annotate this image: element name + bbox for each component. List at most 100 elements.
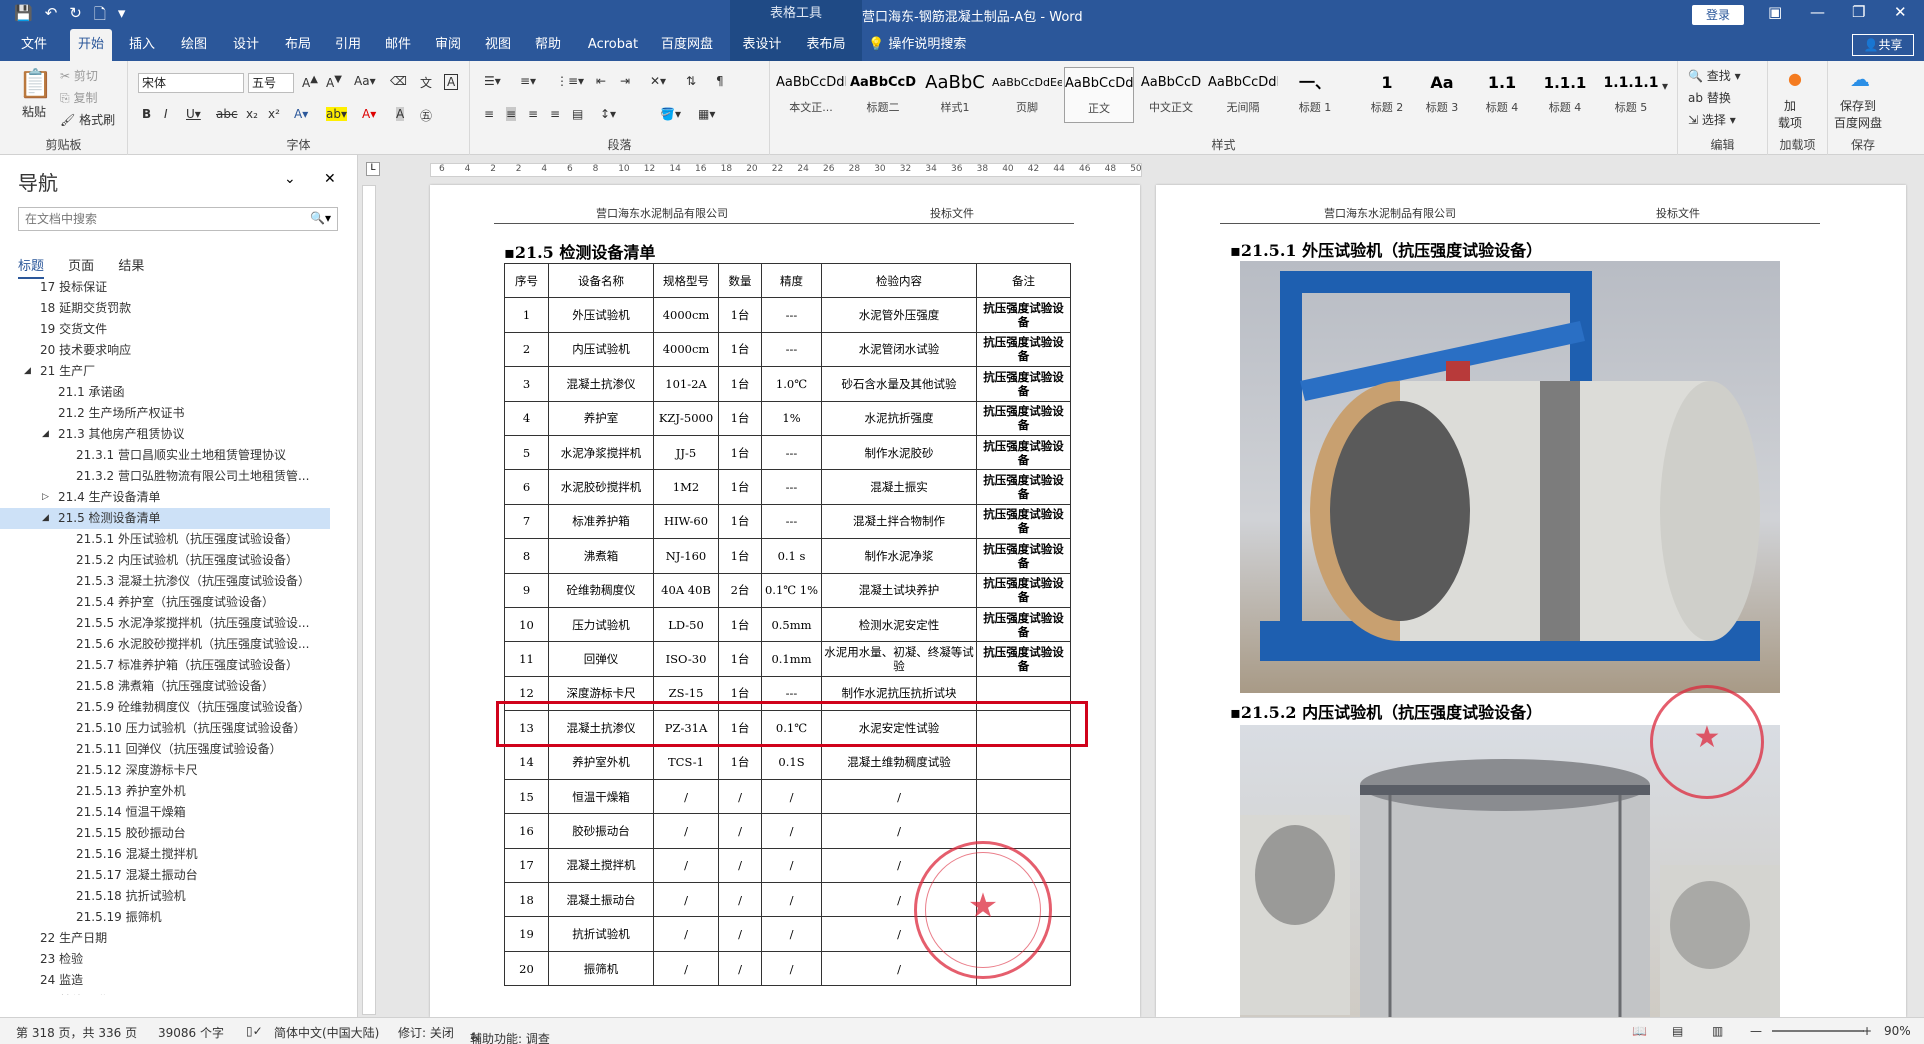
bold-icon[interactable]: B — [142, 107, 151, 121]
read-mode-icon[interactable]: 📖 — [1632, 1024, 1647, 1038]
nav-heading-item[interactable]: 17 投标保证 — [0, 277, 330, 298]
nav-heading-item[interactable]: 21.5.2 内压试验机（抗压强度试验设备） — [0, 550, 330, 571]
table-cell[interactable]: / — [718, 847, 762, 884]
tab-help[interactable]: 帮助 — [526, 29, 570, 61]
table-cell[interactable]: 2台 — [718, 572, 762, 608]
table-cell[interactable]: NJ-160 — [653, 538, 719, 574]
style-item[interactable]: Aa 标题 3 — [1412, 67, 1472, 123]
zoom-in-icon[interactable]: + — [1862, 1024, 1872, 1038]
table-cell[interactable]: 抗压强度试验设备 — [976, 538, 1071, 574]
tab-baidu-netdisk[interactable]: 百度网盘 — [654, 29, 720, 61]
nav-heading-item[interactable]: 21.5.3 混凝土抗渗仪（抗压强度试验设备） — [0, 571, 330, 592]
table-header-cell[interactable]: 备注 — [976, 262, 1071, 299]
vertical-ruler[interactable] — [362, 185, 376, 1015]
nav-heading-item[interactable]: 21.5.14 恒温干燥箱 — [0, 802, 330, 823]
style-item[interactable]: AaBbCcDdI 无间隔 — [1208, 67, 1278, 123]
table-cell[interactable]: / — [653, 950, 719, 987]
font-color-icon[interactable]: A▾ — [362, 107, 376, 121]
table-cell[interactable]: ZS-15 — [653, 675, 719, 712]
nav-heading-item[interactable]: 25 其他承诺 — [0, 991, 330, 995]
style-item[interactable]: AaBbC 样式1 — [920, 67, 990, 123]
table-cell[interactable]: 12 — [504, 675, 549, 712]
shrink-font-icon[interactable]: A▼ — [326, 74, 342, 90]
tab-file[interactable]: 文件 — [12, 29, 56, 61]
table-cell[interactable]: 深度游标卡尺 — [548, 675, 654, 712]
nav-heading-item[interactable]: 21.5.13 养护室外机 — [0, 781, 330, 802]
table-cell[interactable]: / — [821, 813, 977, 849]
multilevel-list-icon[interactable]: ⋮≡▾ — [556, 74, 584, 88]
table-cell[interactable]: 外压试验机 — [548, 297, 654, 333]
nav-heading-item[interactable]: 21.5.12 深度游标卡尺 — [0, 760, 330, 781]
table-cell[interactable]: 制作水泥净浆 — [821, 538, 977, 574]
table-cell[interactable]: 1.0℃ — [761, 366, 822, 402]
table-cell[interactable]: PZ-31A — [653, 710, 719, 746]
table-cell[interactable]: 1 — [504, 297, 549, 333]
collapse-icon[interactable]: ◢ — [42, 424, 49, 445]
nav-heading-item[interactable]: 21.5.19 振筛机 — [0, 907, 330, 928]
align-left-icon[interactable]: ≡ — [484, 107, 494, 121]
table-cell[interactable]: 1台 — [718, 641, 762, 677]
table-cell[interactable]: 1台 — [718, 331, 762, 368]
nav-heading-item[interactable]: 21.5.9 砼维勃稠度仪（抗压强度试验设备） — [0, 697, 330, 718]
table-cell[interactable]: / — [653, 813, 719, 849]
tab-design[interactable]: 设计 — [224, 29, 268, 61]
addins-button[interactable]: 加 载项 — [1778, 97, 1802, 131]
cut-button[interactable]: ✂ 剪切 — [60, 67, 98, 84]
nav-heading-item[interactable]: 21.3.1 营口昌顺实业土地租赁管理协议 — [0, 445, 330, 466]
text-effects-icon[interactable]: A▾ — [294, 107, 308, 121]
table-cell[interactable]: 17 — [504, 847, 549, 884]
table-cell[interactable]: 抗压强度试验设备 — [976, 297, 1071, 333]
table-cell[interactable]: 1% — [761, 400, 822, 436]
table-cell[interactable]: 恒温干燥箱 — [548, 778, 654, 815]
table-cell[interactable]: 6 — [504, 469, 549, 505]
table-cell[interactable]: 1台 — [718, 297, 762, 333]
table-cell[interactable]: 抗压强度试验设备 — [976, 366, 1071, 402]
table-cell[interactable]: HIW-60 — [653, 503, 719, 540]
style-item[interactable]: 1.1.1 标题 4 — [1532, 67, 1598, 123]
show-marks-icon[interactable]: ¶ — [716, 74, 724, 88]
page-count[interactable]: 第 318 页，共 336 页 — [16, 1024, 137, 1041]
ribbon-display-icon[interactable]: ▣ — [1768, 3, 1782, 21]
justify-icon[interactable]: ≡ — [550, 107, 560, 121]
table-cell[interactable]: / — [718, 916, 762, 952]
table-cell[interactable]: 混凝土抗渗仪 — [548, 710, 654, 746]
style-item-selected[interactable]: AaBbCcDdI 正文 — [1064, 67, 1134, 123]
style-item[interactable]: AaBbCcD 标题二 — [848, 67, 918, 123]
table-cell[interactable]: 标准养护箱 — [548, 503, 654, 540]
table-cell[interactable]: 水泥胶砂搅拌机 — [548, 469, 654, 505]
nav-tab-results[interactable]: 结果 — [118, 259, 144, 274]
highlight-icon[interactable]: ab▾ — [326, 107, 347, 121]
table-cell[interactable]: 4000cm — [653, 297, 719, 333]
tell-me-search[interactable]: 💡 操作说明搜索 — [868, 29, 966, 61]
phonetic-icon[interactable]: 文 — [420, 74, 432, 91]
undo-icon[interactable]: ↶ — [45, 4, 58, 29]
table-cell[interactable]: KZJ-5000 — [653, 400, 719, 436]
tab-acrobat[interactable]: Acrobat — [580, 29, 646, 61]
table-cell[interactable]: 胶砂振动台 — [548, 813, 654, 849]
tab-mailings[interactable]: 邮件 — [376, 29, 420, 61]
tab-layout[interactable]: 布局 — [276, 29, 320, 61]
styles-more-icon[interactable]: ▾ — [1662, 79, 1668, 93]
table-cell[interactable]: 1台 — [718, 675, 762, 712]
table-cell[interactable]: 15 — [504, 778, 549, 815]
table-cell[interactable]: 5 — [504, 434, 549, 471]
nav-heading-item[interactable]: 21.5.18 抗折试验机 — [0, 886, 330, 907]
language-indicator[interactable]: 简体中文(中国大陆) — [274, 1024, 379, 1041]
table-cell[interactable]: 13 — [504, 710, 549, 746]
table-header-cell[interactable]: 设备名称 — [548, 262, 654, 299]
document-page-2[interactable]: 营口海东水泥制品有限公司 投标文件 ▪21.5.1 外压试验机（抗压强度试验设备… — [1156, 185, 1906, 1017]
tab-table-layout[interactable]: 表布局 — [798, 29, 854, 61]
table-cell[interactable]: 沸煮箱 — [548, 538, 654, 574]
nav-heading-item[interactable]: 21.5.1 外压试验机（抗压强度试验设备） — [0, 529, 330, 550]
sort-icon[interactable]: ⇅ — [686, 74, 696, 88]
table-cell[interactable]: 19 — [504, 916, 549, 952]
print-layout-icon[interactable]: ▤ — [1672, 1024, 1683, 1038]
horizontal-ruler[interactable]: 6 4 2 2 4 6 8 10 12 14 16 18 20 22 24 26 28 30 32 34 36 38 40 4… — [430, 163, 1142, 177]
table-cell[interactable]: 1台 — [718, 366, 762, 402]
tab-home[interactable]: 开始 — [70, 29, 112, 61]
table-cell[interactable]: --- — [761, 469, 822, 505]
line-spacing-icon[interactable]: ↕▾ — [600, 107, 616, 121]
table-cell[interactable]: TCS-1 — [653, 744, 719, 780]
underline-icon[interactable]: U▾ — [186, 107, 201, 121]
table-cell[interactable]: 1台 — [718, 469, 762, 505]
